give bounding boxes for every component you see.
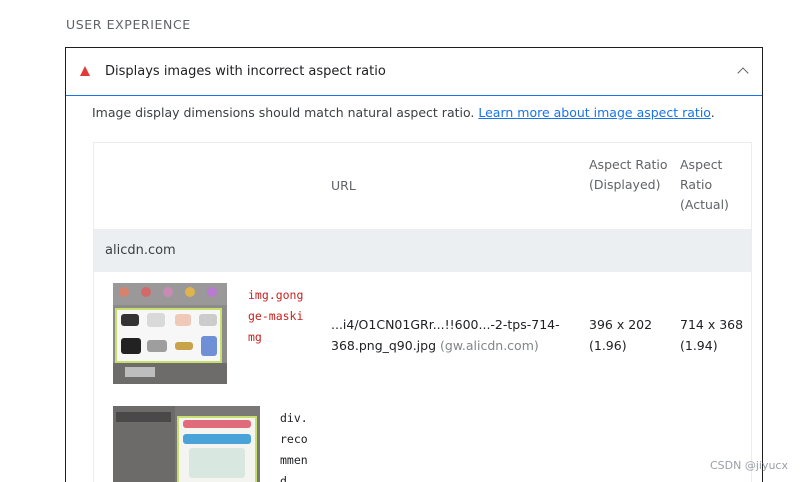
group-origin: alicdn.com — [105, 243, 176, 258]
thumbnail-dot — [207, 287, 217, 297]
image-highlight-box — [177, 416, 257, 482]
thumbnail-dot — [119, 287, 129, 297]
url-origin: (gw.alicdn.com) — [440, 338, 539, 353]
header-url: URL — [331, 178, 356, 193]
details-table: URL Aspect Ratio (Displayed) Aspect Rati… — [93, 142, 752, 482]
audit-description: Image display dimensions should match na… — [92, 105, 715, 120]
image-thumbnail[interactable] — [113, 406, 260, 482]
thumbnail-dot — [163, 287, 173, 297]
learn-more-link[interactable]: Learn more about image aspect ratio — [478, 105, 710, 120]
thumbnail-dot — [141, 287, 151, 297]
product-item — [147, 340, 167, 352]
thumbnail-top-strip — [113, 283, 227, 305]
table-header: URL Aspect Ratio (Displayed) Aspect Rati… — [94, 143, 751, 229]
audit-card: Displays images with incorrect aspect ra… — [65, 47, 763, 482]
header-aspect-displayed: Aspect Ratio (Displayed) — [589, 157, 668, 192]
watermark: CSDN @jiyucx — [709, 459, 788, 472]
description-text: Image display dimensions should match na… — [92, 105, 479, 120]
product-item — [121, 314, 139, 326]
audit-title: Displays images with incorrect aspect ra… — [105, 64, 386, 79]
table-row: div.recommend — [94, 406, 751, 482]
image-highlight-box — [115, 308, 222, 363]
header-aspect-actual: Aspect Ratio (Actual) — [680, 157, 729, 212]
audit-header[interactable]: Displays images with incorrect aspect ra… — [66, 48, 762, 96]
table-row: img.gongge-maskimg ...i4/O1CN01GRr...!!6… — [94, 272, 751, 406]
thumbnail-dot — [185, 287, 195, 297]
product-item — [183, 434, 251, 444]
thumbnail-caption — [113, 363, 227, 384]
product-item — [147, 313, 165, 327]
image-thumbnail[interactable] — [113, 283, 227, 384]
fail-triangle-icon — [80, 66, 90, 76]
product-item — [175, 342, 193, 350]
product-item — [175, 314, 191, 326]
section-title: USER EXPERIENCE — [66, 17, 191, 32]
thumbnail-left-panel — [113, 406, 175, 482]
product-item — [189, 448, 245, 478]
chevron-up-icon[interactable] — [737, 67, 749, 79]
node-label: div.recommend — [280, 411, 308, 482]
url-cell[interactable]: ...i4/O1CN01GRr...!!600...-2-tps-714-368… — [331, 314, 571, 356]
node-label: img.gongge-maskimg — [248, 288, 304, 344]
product-item — [121, 338, 141, 354]
group-row: alicdn.com — [94, 229, 751, 272]
product-item — [201, 336, 217, 356]
aspect-displayed-value: 396 x 202 (1.96) — [589, 317, 653, 353]
aspect-actual-value: 714 x 368 (1.94) — [680, 317, 744, 353]
description-end: . — [710, 105, 715, 120]
product-item — [183, 420, 251, 428]
product-item — [199, 314, 217, 326]
